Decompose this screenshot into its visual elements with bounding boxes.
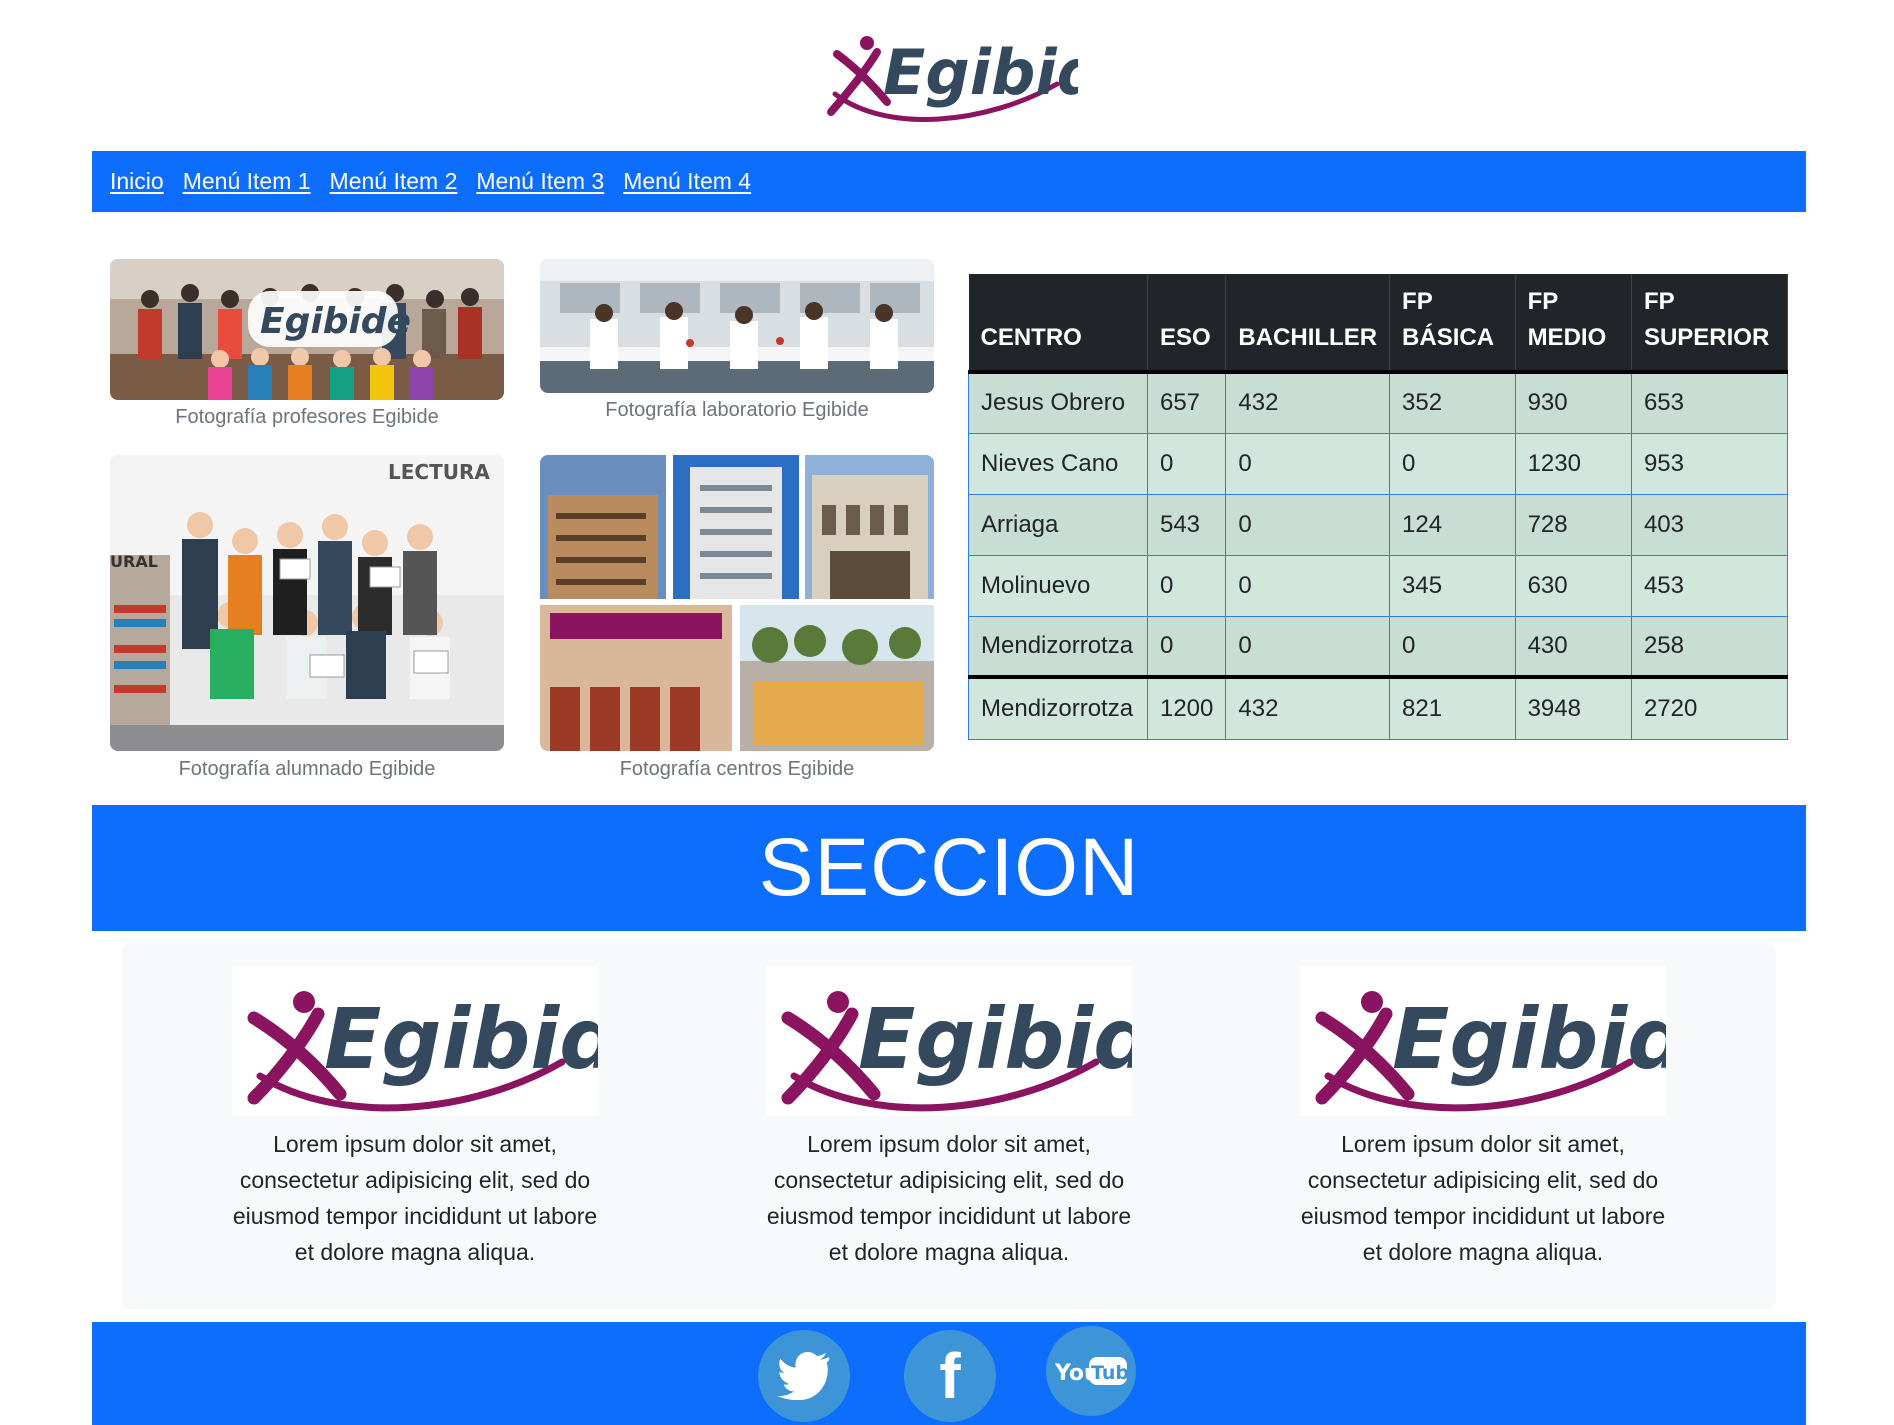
table-cell: 432 [1225,675,1391,740]
svg-text:Egibide: Egibide [858,990,1132,1088]
facebook-icon[interactable]: f [904,1330,996,1422]
table-row: Molinuevo 0 0 345 630 453 [968,554,1789,617]
caption-teachers: Fotografía profesores Egibide [175,406,439,428]
card-logo: Egibide [232,966,598,1116]
youtube-icon[interactable]: You Tube [1046,1326,1136,1416]
table-cell: 352 [1389,371,1516,434]
card-text: Lorem ipsum dolor sit amet, consectetur … [1300,1131,1666,1265]
section-title: SECCION [92,805,1806,931]
svg-text:URAL: URAL [110,552,158,571]
table-cell: 630 [1514,554,1632,617]
card-logo: Egibide [1300,966,1666,1116]
table-cell: 124 [1389,493,1516,556]
table-cell: 1200 [1146,675,1227,740]
facebook-glyph: f [939,1340,961,1412]
svg-text:Egibide: Egibide [260,301,411,342]
caption-centers: Fotografía centros Egibide [619,758,855,780]
table-cell: 0 [1389,432,1516,495]
table-cell: 0 [1146,432,1227,495]
egibide-logo[interactable]: Egibide [816,24,1078,128]
table-cell: 0 [1225,554,1391,617]
table-cell: 728 [1514,493,1632,556]
nav-item-menu-3[interactable]: Menú Item 3 [476,168,604,195]
table-cell: 543 [1146,493,1227,556]
table-cell: 0 [1225,432,1391,495]
table-cell: Arriaga [968,493,1148,556]
table-cell: 953 [1630,432,1789,495]
table-cell: 0 [1146,554,1227,617]
table-cell: Nieves Cano [968,432,1148,495]
table-cell: 432 [1225,371,1391,434]
svg-text:Egibide: Egibide [883,36,1078,109]
table-cell: Mendizorrotza [968,675,1148,740]
photo-laboratory [540,259,934,393]
main-navbar: Inicio Menú Item 1 Menú Item 2 Menú Item… [92,151,1806,212]
table-cell: 1230 [1514,432,1632,495]
table-header: BACHILLER [1225,274,1391,372]
table-cell: 345 [1389,554,1516,617]
nav-item-menu-4[interactable]: Menú Item 4 [623,168,751,195]
svg-text:Egibide: Egibide [324,990,598,1088]
svg-text:LECTURA: LECTURA [388,460,490,484]
centers-table: CENTRO ESO BACHILLER FP BÁSICA FP MEDIO … [968,274,1789,740]
table-cell: 453 [1630,554,1789,617]
table-cell: Jesus Obrero [968,371,1148,434]
table-row: Jesus Obrero 657 432 352 930 653 [968,371,1789,434]
table-cell: Mendizorrotza [968,615,1148,678]
caption-students: Fotografía alumnado Egibide [178,758,436,780]
caption-laboratory: Fotografía laboratorio Egibide [605,399,869,421]
photo-centers [540,455,934,751]
table-cell: 403 [1630,493,1789,556]
table-header-row: CENTRO ESO BACHILLER FP BÁSICA FP MEDIO … [968,274,1789,372]
table-row: Nieves Cano 0 0 0 1230 953 [968,432,1789,495]
table-header: CENTRO [968,274,1148,372]
table-cell: 0 [1146,615,1227,678]
table-cell: 930 [1514,371,1632,434]
table-header: FP BÁSICA [1389,274,1516,372]
table-cell: 653 [1630,371,1789,434]
table-cell: 657 [1146,371,1227,434]
nav-item-inicio[interactable]: Inicio [110,168,164,195]
nav-item-menu-2[interactable]: Menú Item 2 [330,168,458,195]
table-cell: 430 [1514,615,1632,678]
table-cell: 0 [1225,493,1391,556]
cards-container: Egibide Lorem ipsum dolor sit amet, cons… [122,943,1776,1309]
table-cell: 258 [1630,615,1789,678]
photo-students: LECTURA URAL [110,455,504,751]
table-footer-row: Mendizorrotza 1200 432 821 3948 2720 [968,675,1789,740]
svg-text:Egibide: Egibide [1392,990,1666,1088]
table-cell: Molinuevo [968,554,1148,617]
table-header: FP MEDIO [1515,274,1632,372]
table-cell: 0 [1225,615,1391,678]
photo-teachers: Egibide [110,259,504,400]
card-text: Lorem ipsum dolor sit amet, consectetur … [766,1131,1132,1265]
card-text: Lorem ipsum dolor sit amet, consectetur … [232,1131,598,1265]
table-row: Arriaga 543 0 124 728 403 [968,493,1789,556]
table-row: Mendizorrotza 0 0 0 430 258 [968,615,1789,678]
twitter-icon[interactable] [758,1330,850,1422]
table-header: ESO [1147,274,1227,372]
footer: f You Tube [92,1322,1806,1425]
table-header: FP SUPERIOR [1631,274,1789,372]
card-logo: Egibide [766,966,1132,1116]
svg-text:Tube: Tube [1091,1362,1129,1384]
nav-item-menu-1[interactable]: Menú Item 1 [183,168,311,195]
table-cell: 3948 [1514,675,1632,740]
table-cell: 821 [1389,675,1516,740]
table-cell: 0 [1389,615,1516,678]
table-cell: 2720 [1630,675,1789,740]
